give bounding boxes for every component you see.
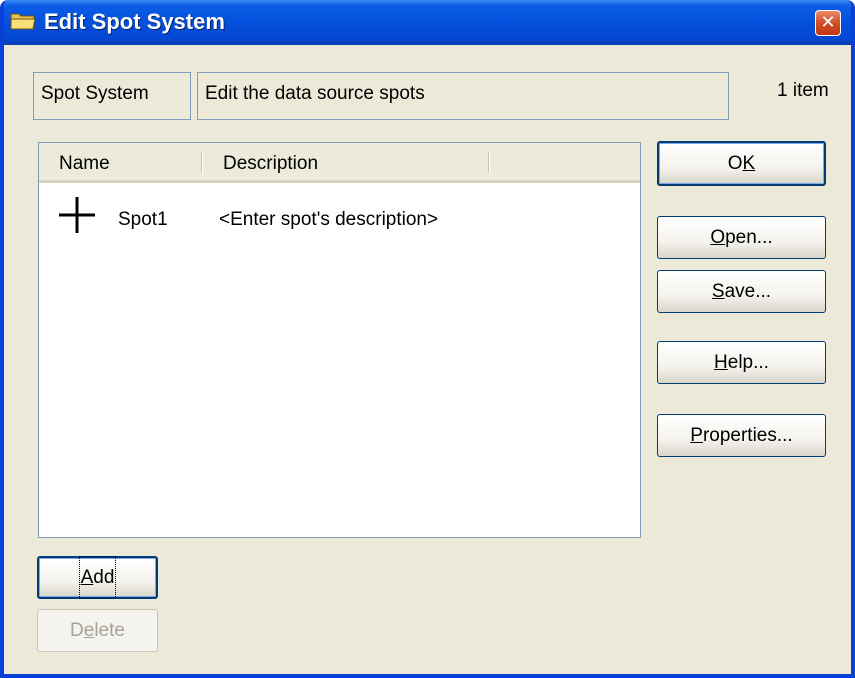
title-bar[interactable]: Edit Spot System ✕ — [4, 0, 851, 45]
properties-button[interactable]: Properties... — [657, 414, 826, 457]
spot-system-description: Edit the data source spots — [205, 83, 425, 104]
edit-spot-system-dialog: Edit Spot System ✕ Spot System Edit the … — [0, 0, 855, 678]
list-header: Name Description — [39, 143, 640, 183]
delete-button[interactable]: Delete — [37, 609, 158, 652]
open-button-label: Open... — [710, 227, 773, 248]
save-button[interactable]: Save... — [657, 270, 826, 313]
column-header-name[interactable]: Name — [59, 153, 110, 175]
spot-description-cell: <Enter spot's description> — [219, 209, 439, 230]
window-title: Edit Spot System — [44, 9, 225, 34]
help-button-label: Help... — [714, 352, 769, 373]
add-button[interactable]: Add — [37, 556, 158, 599]
column-divider[interactable] — [201, 151, 203, 173]
close-icon: ✕ — [820, 12, 836, 32]
delete-button-label: Delete — [70, 620, 125, 641]
ok-button-label: OK — [727, 153, 756, 174]
crosshair-icon — [59, 197, 95, 233]
ok-button[interactable]: OK — [657, 141, 826, 186]
help-button[interactable]: Help... — [657, 341, 826, 384]
spot-system-description-box: Edit the data source spots — [197, 72, 729, 120]
properties-button-label: Properties... — [690, 425, 793, 446]
spot-name-cell: Spot1 — [118, 209, 168, 230]
spot-system-name: Spot System — [41, 83, 149, 104]
close-button[interactable]: ✕ — [815, 10, 841, 36]
spot-system-name-box: Spot System — [33, 72, 191, 120]
save-button-label: Save... — [711, 281, 772, 302]
column-header-description[interactable]: Description — [223, 153, 318, 175]
spot-list[interactable]: Name Description Spot1 <Enter spot's des… — [38, 142, 641, 538]
add-button-label: Add — [78, 556, 117, 599]
folder-icon — [10, 13, 36, 30]
item-count: 1 item — [777, 80, 829, 101]
open-button[interactable]: Open... — [657, 216, 826, 259]
column-divider[interactable] — [488, 151, 490, 173]
